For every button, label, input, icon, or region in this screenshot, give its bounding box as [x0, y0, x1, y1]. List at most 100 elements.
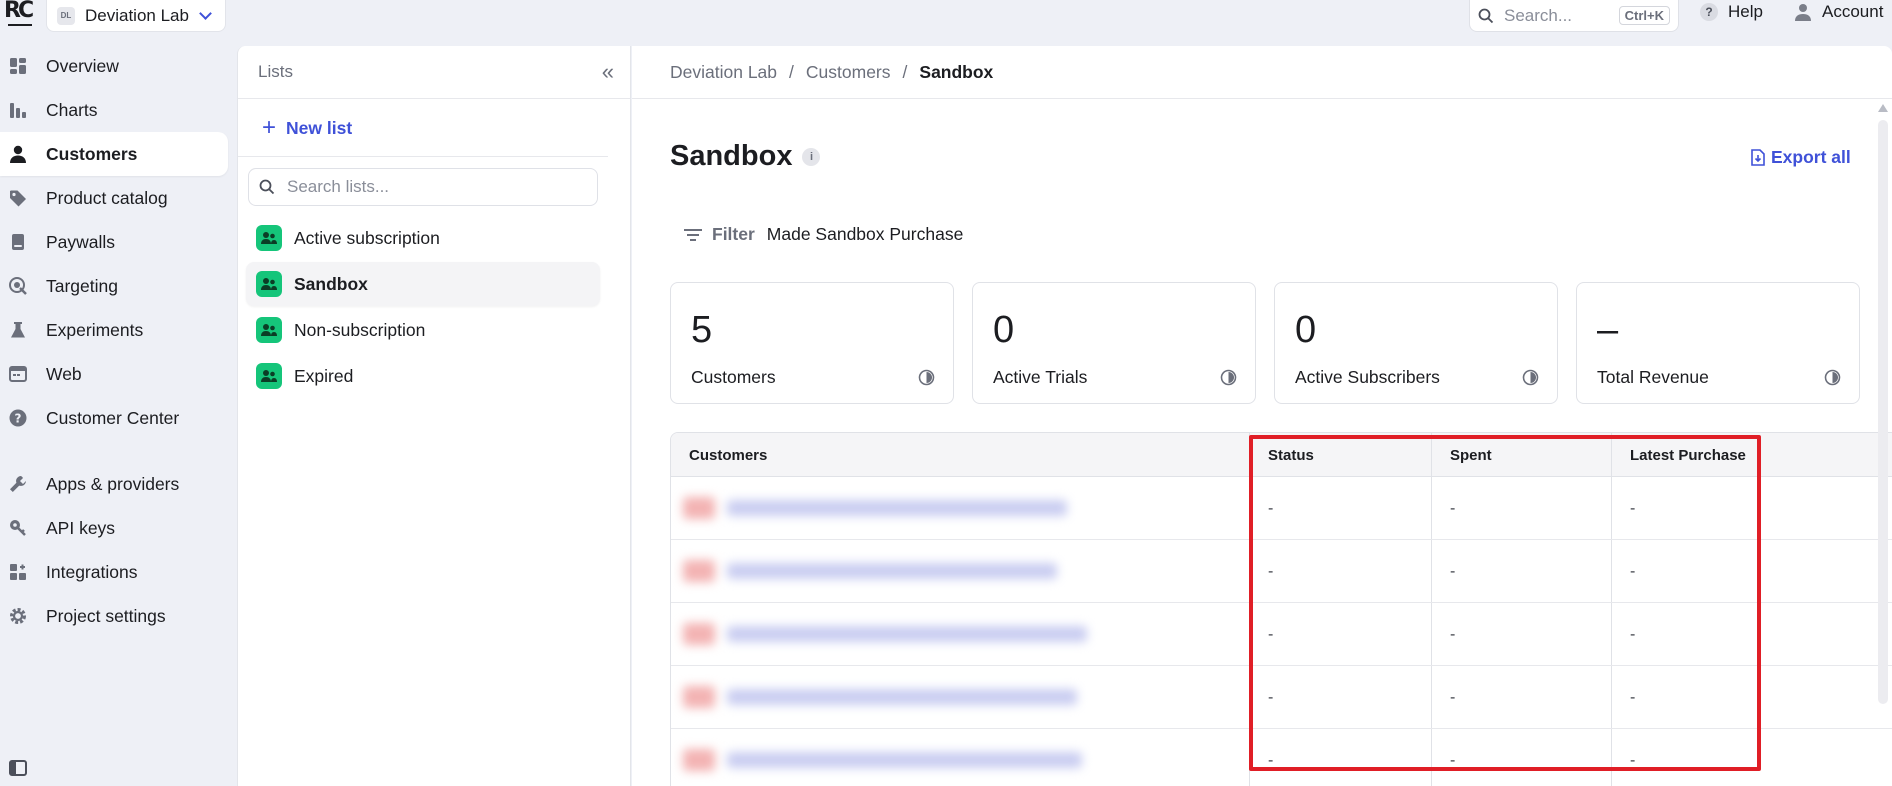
- sidebar-item-charts[interactable]: Charts: [0, 88, 228, 132]
- list-item-non-subscription[interactable]: Non-subscription: [246, 308, 600, 352]
- latest-purchase-cell: -: [1630, 499, 1636, 517]
- search-icon: [259, 179, 275, 195]
- list-item-label: Sandbox: [294, 273, 368, 294]
- status-cell: -: [1268, 688, 1274, 706]
- project-name: Deviation Lab: [85, 5, 189, 25]
- stat-label: Customers: [691, 367, 776, 387]
- page-title-text: Sandbox: [670, 140, 793, 172]
- sidebar-item-targeting[interactable]: Targeting: [0, 264, 228, 308]
- filter-row[interactable]: Filter Made Sandbox Purchase: [684, 224, 963, 245]
- tag-icon: [8, 188, 28, 208]
- half-circle-info-icon[interactable]: [1522, 369, 1539, 386]
- status-cell: -: [1268, 562, 1274, 580]
- info-icon[interactable]: i: [802, 147, 821, 166]
- latest-purchase-cell: -: [1630, 751, 1636, 769]
- lists-panel: Lists « + New list Search lists... Activ…: [237, 46, 631, 786]
- global-search[interactable]: Search... Ctrl+K: [1469, 0, 1679, 32]
- half-circle-info-icon[interactable]: [1824, 369, 1841, 386]
- scroll-up-arrow-icon[interactable]: [1878, 104, 1888, 112]
- sidebar-item-integrations[interactable]: Integrations: [0, 550, 228, 594]
- sidebar-item-customer-center[interactable]: ? Customer Center: [0, 396, 228, 440]
- list-item-label: Non-subscription: [294, 319, 426, 340]
- sidebar-item-web[interactable]: Web: [0, 352, 228, 396]
- breadcrumb-root[interactable]: Deviation Lab: [670, 62, 777, 83]
- users-icon: [256, 271, 282, 297]
- list-item-sandbox[interactable]: Sandbox: [246, 262, 600, 306]
- sidebar-item-apps-providers[interactable]: Apps & providers: [0, 462, 228, 506]
- sidebar-item-overview[interactable]: Overview: [0, 44, 228, 88]
- status-cell: -: [1268, 499, 1274, 517]
- sidebar-item-experiments[interactable]: Experiments: [0, 308, 228, 352]
- sidebar-item-product-catalog[interactable]: Product catalog: [0, 176, 228, 220]
- page-title: Sandbox i: [670, 140, 821, 173]
- sidebar-item-project-settings[interactable]: Project settings: [0, 594, 228, 638]
- breadcrumb-section[interactable]: Customers: [806, 62, 891, 83]
- latest-purchase-cell: -: [1630, 625, 1636, 643]
- web-icon: [8, 364, 28, 384]
- list-item-expired[interactable]: Expired: [246, 354, 600, 398]
- half-circle-info-icon[interactable]: [918, 369, 935, 386]
- redacted-customer-id: [683, 619, 1103, 649]
- stat-card-active-subscribers: 0 Active Subscribers: [1274, 282, 1558, 404]
- list-item-active-subscription[interactable]: Active subscription: [246, 216, 600, 260]
- status-cell: -: [1268, 751, 1274, 769]
- table-row[interactable]: - - -: [671, 729, 1892, 786]
- spent-cell: -: [1450, 688, 1456, 706]
- revenuecat-logo[interactable]: RC: [4, 0, 36, 26]
- sidebar-item-paywalls[interactable]: Paywalls: [0, 220, 228, 264]
- target-icon: [8, 276, 28, 296]
- top-bar: RC DL Deviation Lab Search... Ctrl+K ? H…: [0, 0, 1892, 46]
- sidebar-toggle[interactable]: [0, 752, 228, 784]
- breadcrumb-separator: /: [789, 61, 794, 82]
- latest-purchase-cell: -: [1630, 688, 1636, 706]
- key-icon: [8, 518, 28, 538]
- download-file-icon: [1751, 149, 1765, 166]
- column-header-status[interactable]: Status: [1250, 433, 1314, 477]
- lists-header: Lists «: [238, 46, 630, 99]
- help-button[interactable]: ? Help: [1700, 2, 1763, 22]
- spent-cell: -: [1450, 499, 1456, 517]
- sidebar-item-label: Customer Center: [46, 407, 180, 428]
- sidebar-item-label: Apps & providers: [46, 473, 180, 494]
- table-row[interactable]: - - -: [671, 603, 1892, 666]
- search-shortcut: Ctrl+K: [1618, 6, 1670, 25]
- user-icon: [1795, 4, 1811, 21]
- sidebar-item-label: Web: [46, 363, 82, 384]
- column-header-customers[interactable]: Customers: [671, 433, 767, 477]
- chevron-down-icon: [199, 6, 212, 20]
- column-header-spent[interactable]: Spent: [1432, 433, 1492, 477]
- redacted-customer-id: [683, 682, 1103, 712]
- half-circle-info-icon[interactable]: [1220, 369, 1237, 386]
- export-all-button[interactable]: Export all: [1751, 147, 1851, 168]
- table-row[interactable]: - - -: [671, 540, 1892, 603]
- sidebar-item-label: API keys: [46, 517, 116, 538]
- redacted-customer-id: [683, 493, 1103, 523]
- sidebar-item-label: Project settings: [46, 605, 166, 626]
- table-row[interactable]: - - -: [671, 666, 1892, 729]
- spent-cell: -: [1450, 562, 1456, 580]
- scrollbar[interactable]: [1878, 120, 1888, 704]
- status-cell: -: [1268, 625, 1274, 643]
- paywall-icon: [8, 232, 28, 252]
- column-header-latest-purchase[interactable]: Latest Purchase: [1612, 433, 1746, 477]
- list-item-label: Active subscription: [294, 227, 440, 248]
- collapse-panel-icon[interactable]: «: [602, 59, 614, 85]
- latest-purchase-cell: -: [1630, 562, 1636, 580]
- stat-label: Active Subscribers: [1295, 367, 1440, 387]
- project-badge: DL: [57, 6, 75, 25]
- lists-title: Lists: [258, 62, 293, 81]
- divider: [238, 156, 608, 157]
- table-row[interactable]: - - -: [671, 477, 1892, 540]
- project-switcher[interactable]: DL Deviation Lab: [46, 0, 226, 32]
- list-search-input[interactable]: Search lists...: [248, 168, 598, 206]
- list-item-label: Expired: [294, 365, 354, 386]
- search-icon: [1478, 8, 1494, 23]
- stat-value: 0: [993, 309, 1015, 351]
- users-icon: [256, 317, 282, 343]
- stat-card-customers: 5 Customers: [670, 282, 954, 404]
- account-button[interactable]: Account: [1794, 2, 1883, 22]
- sidebar-item-label: Integrations: [46, 561, 138, 582]
- sidebar-item-api-keys[interactable]: API keys: [0, 506, 228, 550]
- sidebar-item-customers[interactable]: Customers: [0, 132, 228, 176]
- new-list-button[interactable]: + New list: [262, 114, 352, 142]
